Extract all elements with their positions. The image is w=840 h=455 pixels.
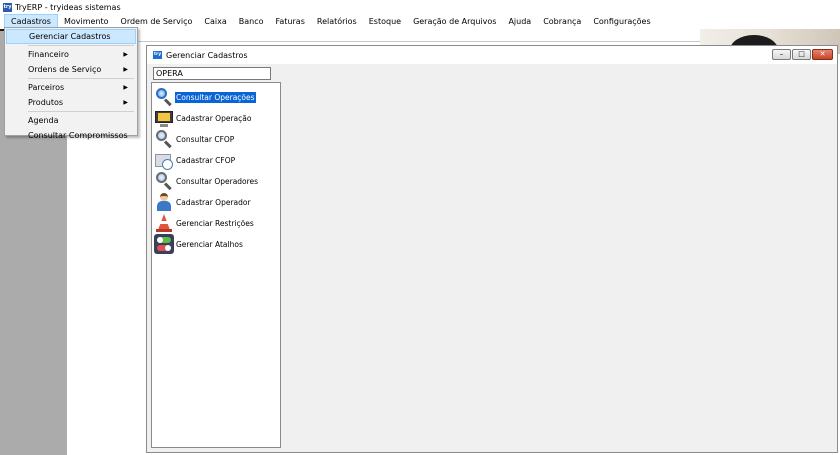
toggle-icon — [154, 234, 174, 254]
list-item-label: Gerenciar Restrições — [176, 218, 254, 228]
child-window-title: Gerenciar Cadastros — [166, 50, 248, 60]
app-titlebar: try TryERP - tryideas sistemas — [0, 0, 840, 14]
maximize-button[interactable]: □ — [792, 49, 811, 60]
search-icon — [154, 87, 174, 107]
submenu-arrow-icon: ▶ — [123, 66, 128, 73]
list-item-consultar-operacoes[interactable]: Consultar Operações — [154, 87, 256, 107]
menu-separator — [28, 78, 134, 79]
list-item-gerenciar-restricoes[interactable]: Gerenciar Restrições — [154, 213, 255, 233]
menu-caixa[interactable]: Caixa — [198, 14, 232, 29]
cadastros-list: Consultar Operações Cadastrar Operação C… — [151, 82, 281, 448]
child-window-logo-icon: try — [153, 51, 162, 59]
menu-configuracoes[interactable]: Configurações — [587, 14, 656, 29]
list-item-label: Consultar CFOP — [176, 134, 235, 144]
menu-item-ordens-de-servico[interactable]: Ordens de Serviço ▶ — [6, 62, 136, 77]
list-item-label: Cadastrar CFOP — [176, 155, 236, 165]
menu-item-label: Gerenciar Cadastros — [29, 32, 111, 41]
search-icon — [154, 129, 174, 149]
submenu-arrow-icon: ▶ — [123, 84, 128, 91]
list-item-gerenciar-atalhos[interactable]: Gerenciar Atalhos — [154, 234, 244, 254]
folder-icon — [154, 150, 174, 170]
minimize-button[interactable]: – — [772, 49, 791, 60]
search-icon — [154, 171, 174, 191]
list-item-consultar-cfop[interactable]: Consultar CFOP — [154, 129, 235, 149]
menu-item-label: Financeiro — [28, 50, 69, 59]
menu-item-gerenciar-cadastros[interactable]: Gerenciar Cadastros — [6, 29, 136, 44]
menu-banco[interactable]: Banco — [233, 14, 270, 29]
list-item-label: Gerenciar Atalhos — [176, 239, 243, 249]
gerenciar-cadastros-window: try Gerenciar Cadastros – □ ✕ OPERA Cons… — [146, 45, 838, 453]
menu-item-consultar-compromissos[interactable]: Consultar Compromissos — [6, 128, 136, 143]
menu-cobranca[interactable]: Cobrança — [537, 14, 587, 29]
menu-separator — [28, 111, 134, 112]
menu-separator — [28, 45, 134, 46]
menu-geracao-de-arquivos[interactable]: Geração de Arquivos — [407, 14, 502, 29]
list-item-cadastrar-cfop[interactable]: Cadastrar CFOP — [154, 150, 236, 170]
submenu-arrow-icon: ▶ — [123, 51, 128, 58]
search-input[interactable]: OPERA — [153, 67, 271, 80]
menu-relatorios[interactable]: Relatórios — [311, 14, 363, 29]
list-item-label: Cadastrar Operação — [176, 113, 252, 123]
child-window-titlebar[interactable]: try Gerenciar Cadastros – □ ✕ — [147, 46, 837, 64]
list-item-label: Consultar Operadores — [176, 176, 259, 186]
list-item-consultar-operadores[interactable]: Consultar Operadores — [154, 171, 259, 191]
menu-ajuda[interactable]: Ajuda — [502, 14, 537, 29]
list-item-label: Consultar Operações — [175, 91, 256, 103]
menu-estoque[interactable]: Estoque — [363, 14, 407, 29]
menu-item-label: Parceiros — [28, 83, 65, 92]
menu-item-label: Ordens de Serviço — [28, 65, 102, 74]
app-logo-icon: try — [3, 2, 12, 12]
menu-item-agenda[interactable]: Agenda — [6, 113, 136, 128]
monitor-icon — [154, 108, 174, 128]
person-icon — [154, 192, 174, 212]
list-item-label: Cadastrar Operador — [176, 197, 251, 207]
menu-item-label: Agenda — [28, 116, 59, 125]
list-item-cadastrar-operacao[interactable]: Cadastrar Operação — [154, 108, 252, 128]
list-item-cadastrar-operador[interactable]: Cadastrar Operador — [154, 192, 252, 212]
close-button[interactable]: ✕ — [812, 49, 833, 60]
window-controls: – □ ✕ — [772, 49, 833, 60]
submenu-arrow-icon: ▶ — [123, 99, 128, 106]
menu-item-produtos[interactable]: Produtos ▶ — [6, 95, 136, 110]
menu-faturas[interactable]: Faturas — [270, 14, 311, 29]
cadastros-dropdown-menu: Gerenciar Cadastros Financeiro ▶ Ordens d… — [4, 27, 138, 140]
traffic-cone-icon — [154, 213, 174, 233]
menu-item-label: Consultar Compromissos — [28, 131, 128, 140]
menu-item-financeiro[interactable]: Financeiro ▶ — [6, 47, 136, 62]
menu-item-label: Produtos — [28, 98, 64, 107]
menu-item-parceiros[interactable]: Parceiros ▶ — [6, 80, 136, 95]
app-title: TryERP - tryideas sistemas — [15, 2, 121, 12]
